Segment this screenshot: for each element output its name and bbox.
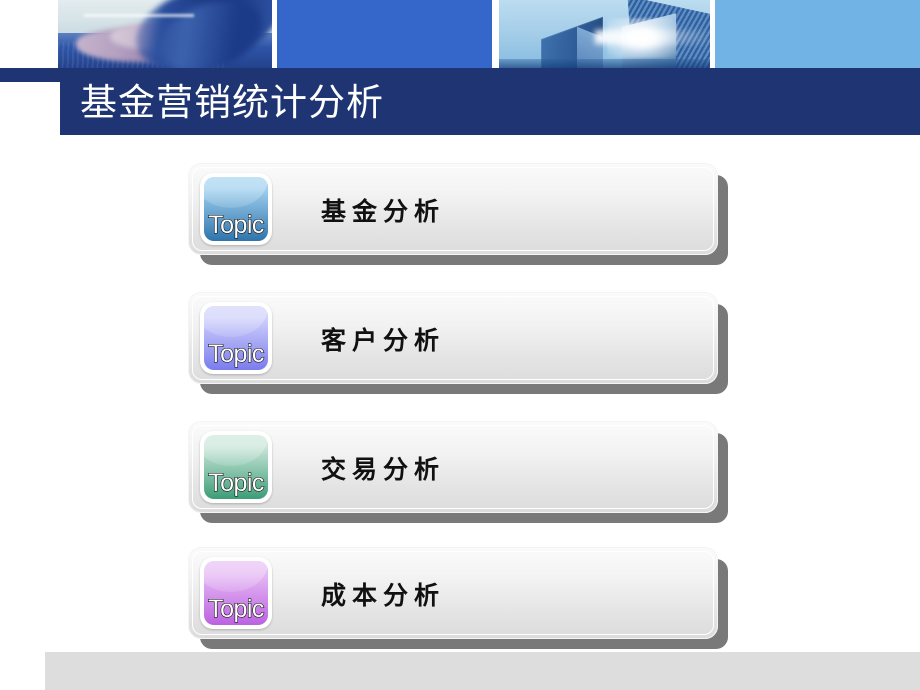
topic-card-4[interactable]: Topic 成本分析	[188, 547, 718, 639]
topic-badge-graphic-1: Topic	[204, 177, 268, 241]
topic-badge-graphic-2: Topic	[204, 306, 268, 370]
topic-title-1: 基金分析	[321, 197, 446, 226]
topic-badge-label-2: Topic	[208, 339, 265, 368]
topic-title-4: 成本分析	[321, 581, 446, 610]
topic-title-2: 客户分析	[321, 326, 446, 355]
topic-badge-4[interactable]: Topic	[200, 557, 272, 629]
topic-badge-label-1: Topic	[208, 210, 265, 239]
topic-badge-graphic-3: Topic	[204, 435, 268, 499]
topic-card-1[interactable]: Topic 基金分析	[188, 163, 718, 255]
topic-card-2[interactable]: Topic 客户分析	[188, 292, 718, 384]
topic-badge-label-3: Topic	[208, 468, 265, 497]
topic-list: Topic 基金分析 Topic 客户分析 Topic 交易分析 Topic 成…	[0, 0, 920, 690]
footer-bar	[45, 652, 920, 690]
topic-badge-1[interactable]: Topic	[200, 173, 272, 245]
topic-badge-2[interactable]: Topic	[200, 302, 272, 374]
topic-badge-graphic-4: Topic	[204, 561, 268, 625]
presentation-slide: 基金营销统计分析 Topic 基金分析 Topic 客户分析 Topic 交易分…	[0, 0, 920, 690]
topic-badge-label-4: Topic	[208, 594, 265, 623]
topic-title-3: 交易分析	[321, 455, 446, 484]
topic-card-3[interactable]: Topic 交易分析	[188, 421, 718, 513]
topic-badge-3[interactable]: Topic	[200, 431, 272, 503]
